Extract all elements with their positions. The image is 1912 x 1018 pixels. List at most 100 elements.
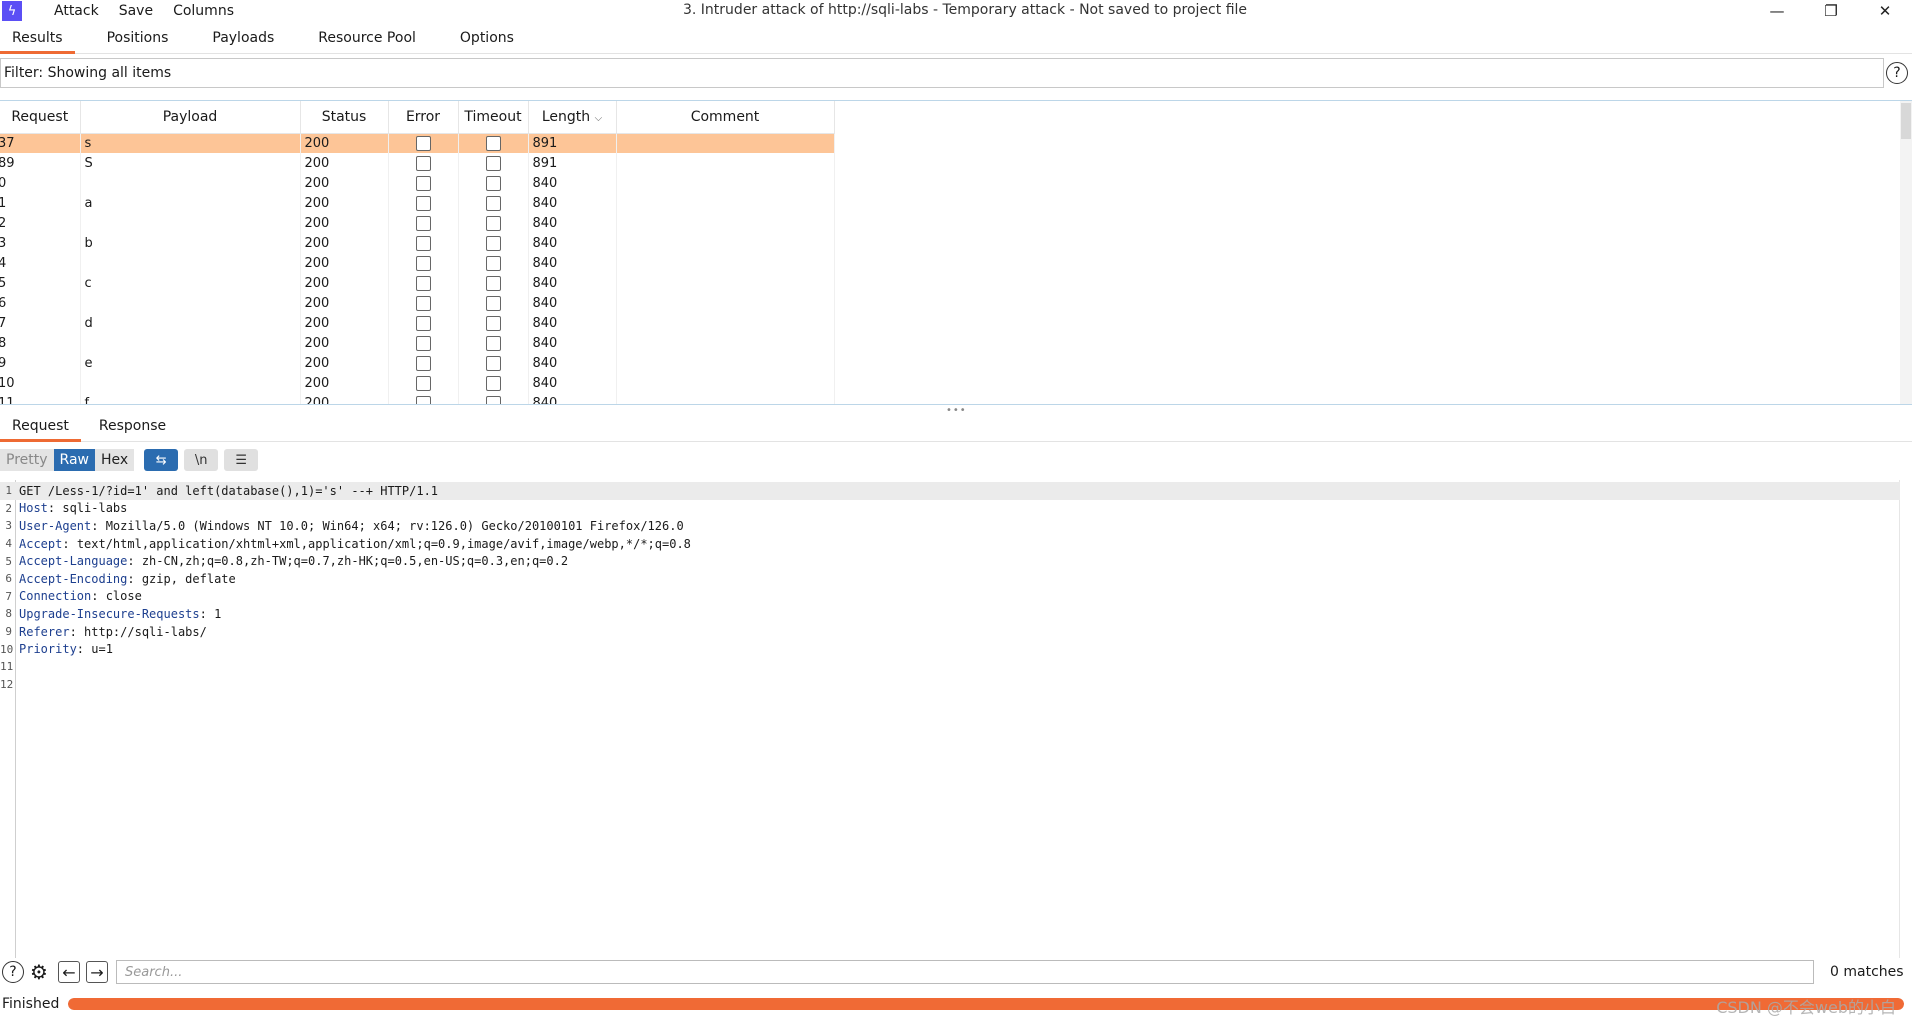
show-newlines-button[interactable]: \n: [184, 449, 219, 471]
header-name: Accept: [19, 536, 63, 551]
tab-response[interactable]: Response: [87, 414, 178, 442]
cell-payload: f: [80, 393, 301, 404]
cell-request: 3: [0, 233, 81, 253]
error-checkbox: [415, 335, 431, 351]
search-input[interactable]: Search...: [116, 960, 1814, 984]
gear-icon[interactable]: ⚙: [28, 960, 50, 984]
header-value: sqli-labs: [62, 501, 128, 516]
table-row[interactable]: 7d200 840: [0, 313, 835, 333]
table-row[interactable]: 10 200 840: [0, 373, 835, 393]
status-text: Finished: [2, 996, 60, 1012]
cell-length: 840: [528, 353, 617, 373]
filter-bar[interactable]: Filter: Showing all items: [0, 58, 1884, 88]
cell-request: 6: [0, 293, 81, 313]
header-name: Connection: [19, 589, 92, 604]
tab-payloads[interactable]: Payloads: [200, 24, 286, 54]
help-icon[interactable]: ?: [1886, 62, 1908, 84]
header-value: 1: [214, 606, 222, 621]
cell-length: 891: [528, 133, 617, 153]
table-row[interactable]: 5c200 840: [0, 273, 835, 293]
error-checkbox: [415, 395, 431, 404]
table-row[interactable]: 9e200 840: [0, 353, 835, 373]
column-header-comment[interactable]: Comment: [616, 101, 835, 134]
cell-length: 840: [528, 313, 617, 333]
line-number: 3: [5, 519, 12, 533]
cell-status: 200: [300, 333, 389, 353]
code-line: 7 Connection: close: [0, 588, 1900, 606]
tab-results[interactable]: Results: [0, 24, 75, 54]
table-scrollbar[interactable]: [1900, 101, 1912, 404]
menu-attack[interactable]: Attack: [44, 3, 109, 19]
column-header-request[interactable]: Request: [0, 101, 81, 134]
header-value: u=1: [91, 642, 113, 657]
column-header-payload[interactable]: Payload: [80, 101, 301, 134]
cell-comment: [616, 313, 835, 333]
tab-resource-pool[interactable]: Resource Pool: [306, 24, 428, 54]
column-header-length[interactable]: Length ⌵: [528, 101, 617, 134]
cell-timeout: [458, 293, 529, 313]
table-row[interactable]: 37s200 891: [0, 133, 835, 153]
cell-status: 200: [300, 133, 389, 153]
arrow-right-icon[interactable]: →: [86, 961, 108, 983]
raw-button[interactable]: Raw: [53, 449, 95, 471]
table-row[interactable]: 2 200 840: [0, 213, 835, 233]
cell-payload: b: [80, 233, 301, 253]
tab-request[interactable]: Request: [0, 414, 81, 442]
line-number: 4: [5, 537, 12, 551]
header-name: Referer: [19, 624, 70, 639]
scrollbar-thumb[interactable]: [1901, 103, 1911, 139]
code-line: 11: [0, 658, 1900, 676]
cell-request: 10: [0, 373, 81, 393]
table-row[interactable]: 3b200 840: [0, 233, 835, 253]
code-line: 9 Referer: http://sqli-labs/: [0, 623, 1900, 641]
pretty-button[interactable]: Pretty: [0, 449, 54, 471]
wrap-lines-icon[interactable]: ⇆: [144, 449, 179, 471]
editor-menu-icon[interactable]: ☰: [224, 449, 259, 471]
cell-timeout: [458, 333, 529, 353]
table-row[interactable]: 4 200 840: [0, 253, 835, 273]
header-value: Mozilla/5.0 (Windows NT 10.0; Win64; x64…: [105, 518, 684, 533]
column-header-timeout[interactable]: Timeout: [458, 101, 529, 134]
cell-comment: [616, 153, 835, 173]
cell-length: 840: [528, 293, 617, 313]
cell-request: 89: [0, 153, 81, 173]
cell-payload: [80, 213, 301, 233]
timeout-checkbox: [485, 235, 501, 251]
table-row[interactable]: 8 200 840: [0, 333, 835, 353]
progress-bar-fill: [68, 998, 1904, 1010]
close-icon[interactable]: ✕: [1858, 0, 1912, 22]
table-row[interactable]: 6 200 840: [0, 293, 835, 313]
menu-columns[interactable]: Columns: [163, 3, 244, 19]
table-row[interactable]: 89S200 891: [0, 153, 835, 173]
table-row[interactable]: 0 200 840: [0, 173, 835, 193]
tab-positions[interactable]: Positions: [95, 24, 181, 54]
cell-payload: [80, 373, 301, 393]
table-row[interactable]: 1a200 840: [0, 193, 835, 213]
help-icon[interactable]: ?: [2, 961, 24, 983]
header-value: close: [105, 589, 142, 604]
attack-tabs: Results Positions Payloads Resource Pool…: [0, 24, 1912, 54]
code-line: 12: [0, 676, 1900, 694]
column-header-error[interactable]: Error: [388, 101, 459, 134]
header-name: Upgrade-Insecure-Requests: [19, 606, 200, 621]
cell-payload: [80, 293, 301, 313]
error-checkbox: [415, 135, 431, 151]
column-header-status[interactable]: Status: [300, 101, 389, 134]
request-editor[interactable]: 1 GET /Less-1/?id=1' and left(database(),…: [0, 480, 1900, 958]
table-row[interactable]: 11f200 840: [0, 393, 835, 404]
restore-icon[interactable]: ❐: [1804, 0, 1858, 22]
cell-status: 200: [300, 393, 389, 404]
code-line: 2 Host: sqli-labs: [0, 500, 1900, 518]
menu-save[interactable]: Save: [109, 3, 163, 19]
hex-button[interactable]: Hex: [94, 449, 135, 471]
arrow-left-icon[interactable]: ←: [58, 961, 80, 983]
cell-payload: s: [80, 133, 301, 153]
cell-comment: [616, 213, 835, 233]
minimize-icon[interactable]: —: [1750, 0, 1804, 22]
tab-options[interactable]: Options: [448, 24, 526, 54]
error-checkbox: [415, 235, 431, 251]
cell-payload: d: [80, 313, 301, 333]
timeout-checkbox: [485, 395, 501, 404]
cell-request: 5: [0, 273, 81, 293]
line-number: 5: [5, 554, 12, 568]
